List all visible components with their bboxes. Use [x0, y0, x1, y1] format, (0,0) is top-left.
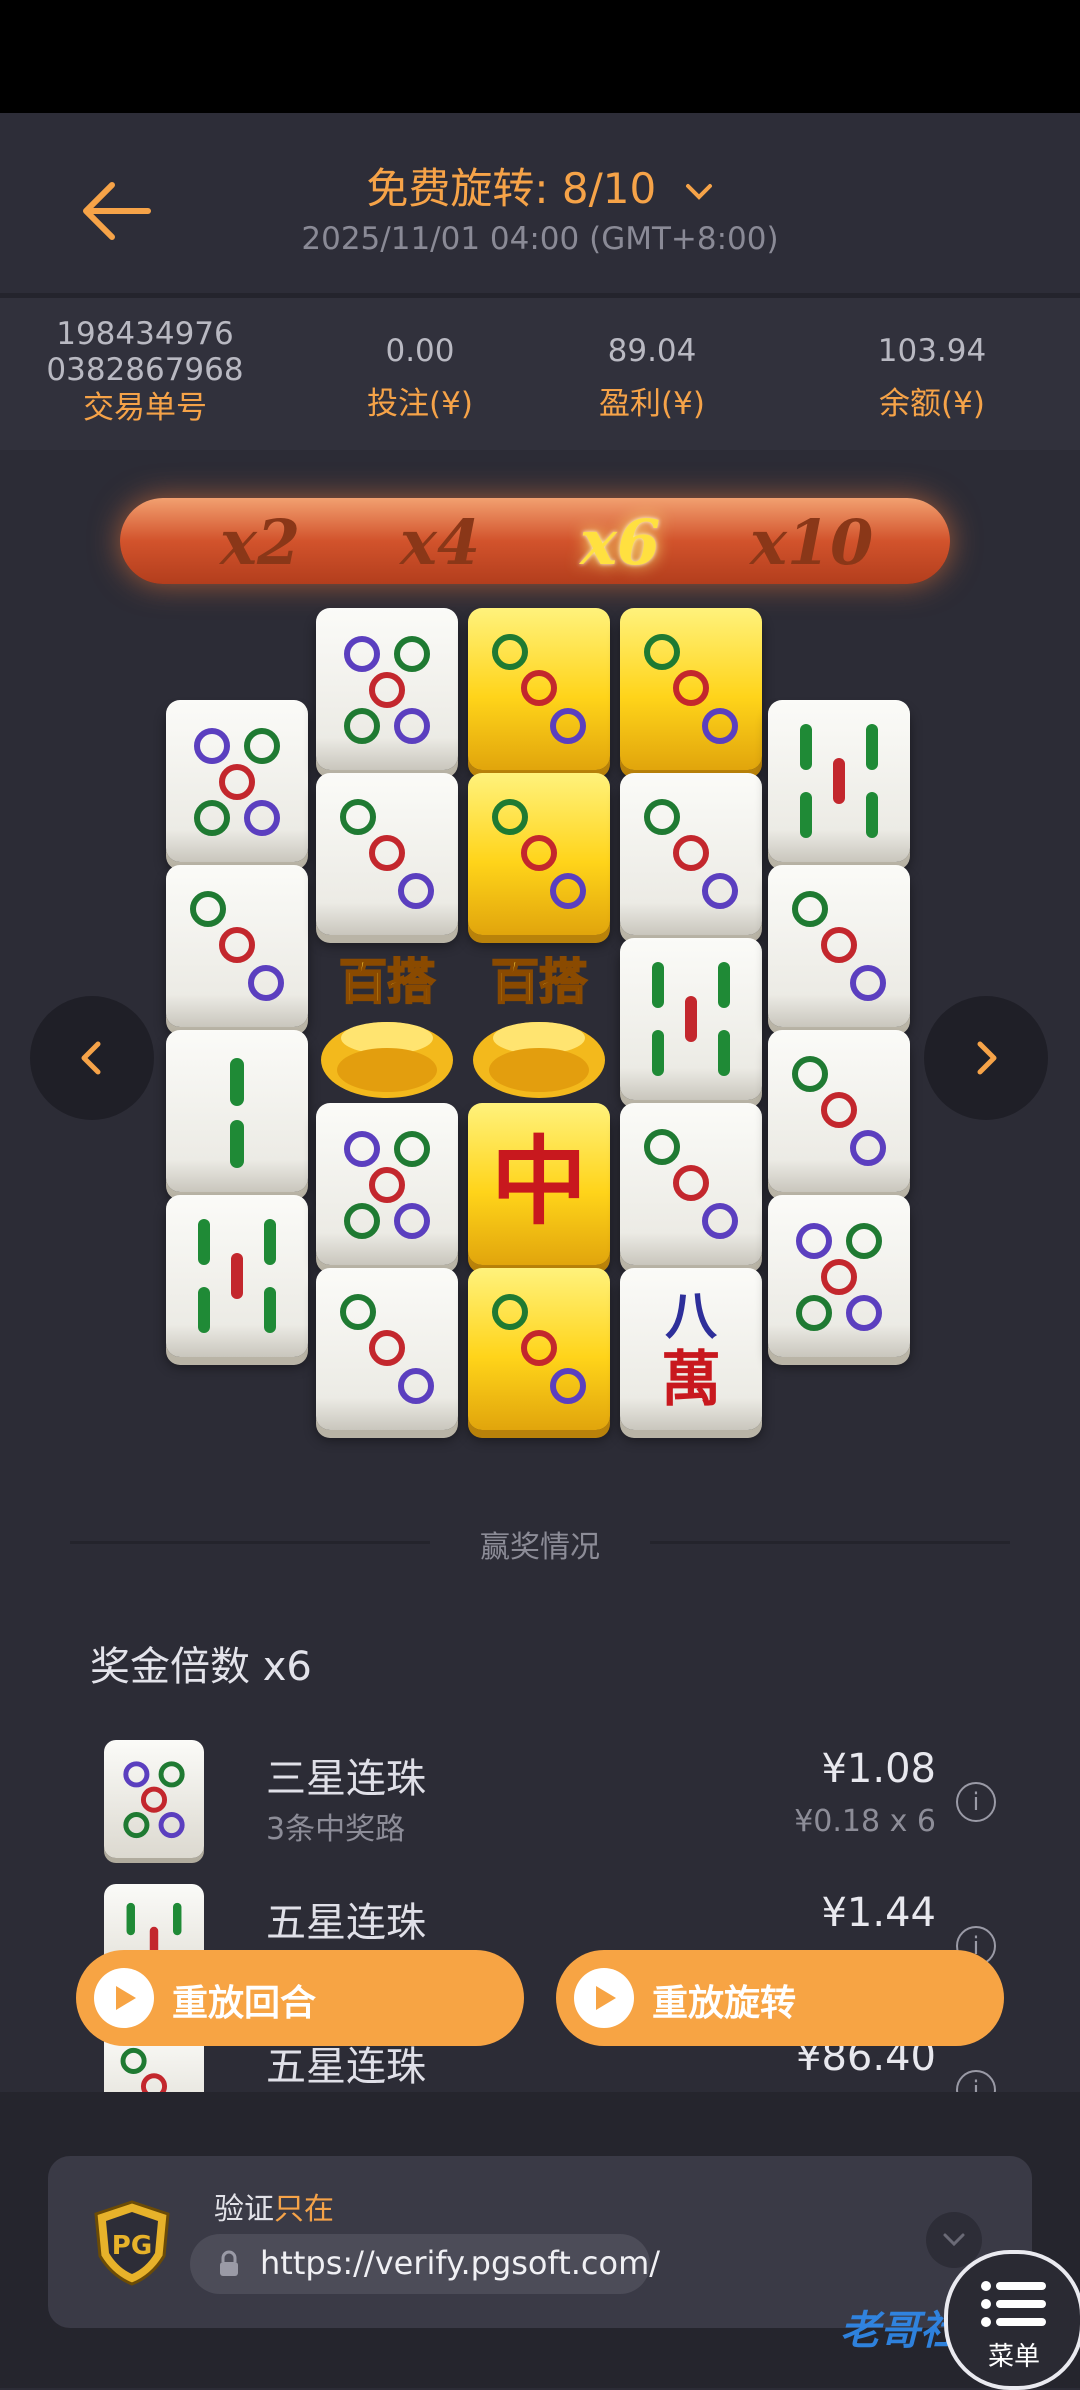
info-icon[interactable]: i — [956, 1782, 996, 1822]
tile-five-bamboo — [620, 938, 762, 1100]
tile-gold-three-circle — [468, 1268, 610, 1430]
tile-three-circle — [768, 1030, 910, 1192]
stats-bar: 198434976 0382867968 交易单号 0.00 投注(¥) 89.… — [0, 298, 1080, 450]
transaction-id-line2: 0382867968 — [46, 352, 244, 388]
tile-gold-three-circle — [468, 608, 610, 770]
status-bar — [0, 0, 1080, 113]
balance-label: 余额(¥) — [879, 386, 985, 422]
win-info-divider: 赢奖情况 — [70, 1520, 1010, 1565]
spin-selector[interactable]: 免费旋转: 8/10 — [0, 155, 1080, 216]
tile-three-circle — [166, 865, 308, 1027]
pg-logo-text: PG — [112, 2231, 152, 2261]
bet-stat: 0.00 投注(¥) — [320, 316, 520, 424]
tile-gold-three-circle — [620, 608, 762, 770]
tile-gold-red-dragon: 中 — [468, 1103, 610, 1265]
tile-five-circle — [166, 700, 308, 862]
play-icon — [94, 1968, 154, 2028]
header: 免费旋转: 8/10 2025/11/01 04:00 (GMT+8:00) — [0, 113, 1080, 299]
tile-three-circle — [620, 773, 762, 935]
zhong-glyph: 中 — [491, 1125, 587, 1238]
verify-url-link[interactable]: https://verify.pgsoft.com/ — [190, 2234, 660, 2294]
win-name: 三星连珠 — [266, 1756, 426, 1802]
wild-label: 百搭 — [339, 954, 435, 1010]
balance-value: 103.94 — [877, 333, 987, 369]
tile-five-circle — [316, 608, 458, 770]
win-amount: ¥1.08 — [821, 1746, 936, 1792]
verify-label: 验证只在 — [214, 2184, 334, 2228]
list-menu-icon — [981, 2281, 1046, 2327]
menu-button[interactable]: 菜单 — [944, 2250, 1080, 2390]
tile-three-circle — [316, 773, 458, 935]
transaction-id-line1: 198434976 — [56, 316, 234, 352]
wild-tile: 百搭 — [312, 938, 462, 1108]
tile-five-circle — [768, 1195, 910, 1357]
win-calc: ¥0.18 x 6 — [794, 1804, 936, 1839]
tile-three-circle — [620, 1103, 762, 1265]
wan-character: 萬 — [661, 1345, 721, 1415]
replay-round-button[interactable]: 重放回合 — [76, 1950, 524, 2046]
transaction-label: 交易单号 — [83, 390, 207, 426]
profit-label: 盈利(¥) — [599, 386, 705, 422]
pg-logo: PG — [92, 2200, 172, 2286]
balance-stat: 103.94 余额(¥) — [832, 316, 1032, 424]
play-icon — [574, 1968, 634, 2028]
tile-five-bamboo — [768, 700, 910, 862]
multiplier-x4: x4 — [400, 506, 481, 579]
previous-spin-button[interactable] — [30, 996, 154, 1120]
profit-value: 89.04 — [607, 333, 697, 369]
win-symbol-thumb — [104, 1740, 204, 1858]
lock-icon — [220, 2250, 238, 2276]
profit-stat: 89.04 盈利(¥) — [552, 316, 752, 424]
chevron-down-icon — [685, 183, 712, 200]
wan-number: 八 — [665, 1286, 718, 1347]
win-amount: ¥1.44 — [821, 1890, 936, 1936]
replay-round-label: 重放回合 — [172, 1983, 317, 2024]
verify-label-highlight: 只在 — [274, 2192, 334, 2227]
divider-line — [650, 1541, 1010, 1544]
verify-label-prefix: 验证 — [214, 2192, 274, 2227]
bet-value: 0.00 — [385, 333, 455, 369]
multiplier-x10: x10 — [750, 506, 874, 579]
multiplier-bar: x2 x4 x6 x10 — [120, 498, 950, 584]
round-datetime: 2025/11/01 04:00 (GMT+8:00) — [301, 221, 779, 257]
multiplier-x2: x2 — [220, 506, 301, 579]
wild-label: 百搭 — [491, 954, 587, 1010]
tile-two-bamboo — [166, 1030, 308, 1192]
tile-five-bamboo — [166, 1195, 308, 1357]
multiplier-x6-active: x6 — [580, 506, 661, 579]
game-board: x2 x4 x6 x10 百搭 百搭 中 八 萬 — [0, 450, 1080, 1470]
tile-five-circle — [316, 1103, 458, 1265]
chevron-down-icon — [943, 2233, 965, 2247]
replay-spin-label: 重放旋转 — [652, 1983, 797, 2024]
bet-label: 投注(¥) — [367, 386, 473, 422]
multiplier-title: 奖金倍数 x6 — [90, 1644, 312, 1690]
chevron-left-icon — [81, 1041, 101, 1075]
menu-label: 菜单 — [987, 2342, 1040, 2372]
win-lines: 3条中奖路 — [266, 1812, 406, 1847]
tile-eight-character: 八 萬 — [620, 1268, 762, 1430]
win-name: 五星连珠 — [266, 1900, 426, 1946]
verify-url: https://verify.pgsoft.com/ — [260, 2244, 661, 2282]
page-title: 免费旋转: 8/10 — [366, 164, 657, 213]
win-row: 三星连珠 3条中奖路 ¥1.08 ¥0.18 x 6 i — [96, 1736, 996, 1870]
transaction-stat: 198434976 0382867968 交易单号 — [30, 316, 260, 428]
tile-three-circle — [768, 865, 910, 1027]
next-spin-button[interactable] — [924, 996, 1048, 1120]
tile-three-circle — [316, 1268, 458, 1430]
tile-gold-three-circle — [468, 773, 610, 935]
divider-label: 赢奖情况 — [480, 1530, 600, 1565]
chevron-right-icon — [977, 1041, 997, 1075]
replay-spin-button[interactable]: 重放旋转 — [556, 1950, 1004, 2046]
wild-tile: 百搭 — [464, 938, 614, 1108]
